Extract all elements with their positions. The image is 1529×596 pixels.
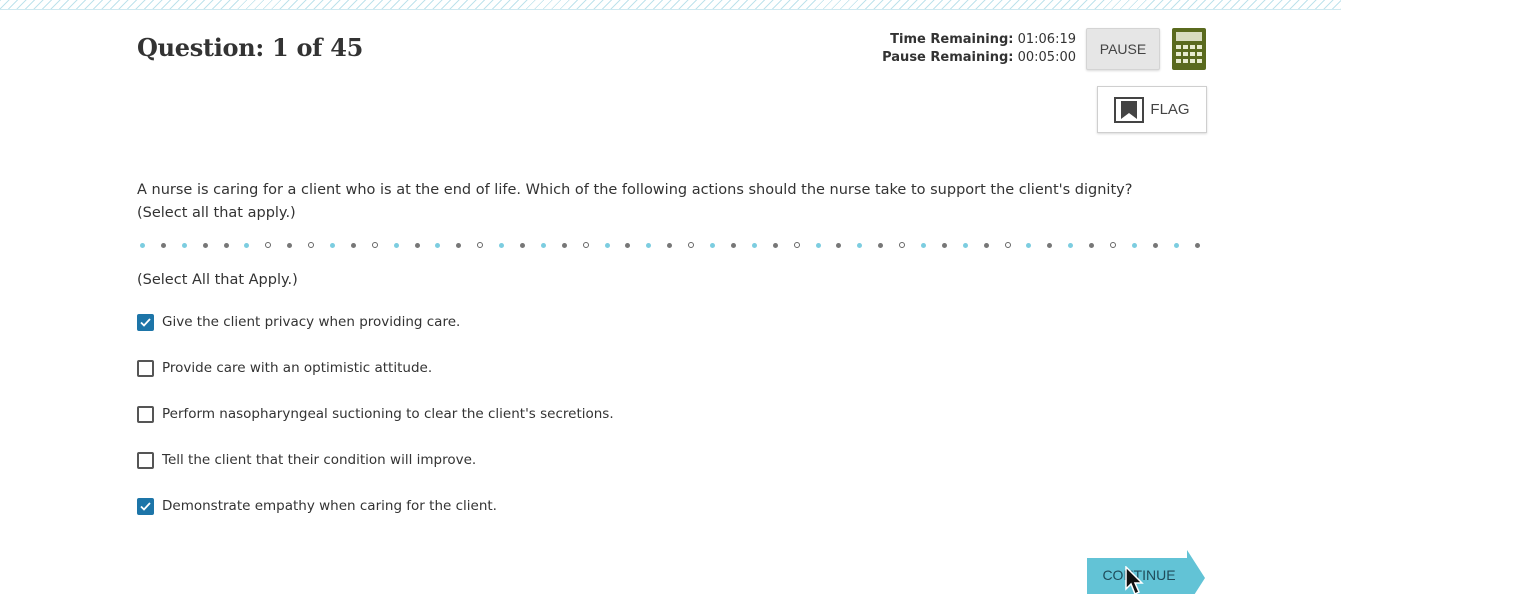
divider-dot [1026, 242, 1032, 248]
divider-dot [582, 242, 589, 248]
answer-option[interactable]: Tell the client that their condition wil… [137, 450, 476, 470]
divider-dot [393, 242, 399, 248]
flag-button[interactable]: FLAG [1097, 86, 1207, 133]
divider-dot [836, 242, 842, 248]
divider-dot [181, 242, 187, 248]
divider-dot [667, 242, 673, 248]
divider-dot [223, 242, 229, 248]
calculator-button[interactable] [1172, 28, 1206, 70]
divider-dot [1068, 242, 1074, 248]
divider-dot [561, 242, 567, 248]
option-checkbox[interactable] [137, 359, 154, 377]
divider-dot [646, 242, 652, 248]
question-counter: Question: 1 of 45 [137, 33, 364, 62]
divider-dot [625, 242, 631, 248]
divider-dot [751, 242, 757, 248]
option-label: Provide care with an optimistic attitude… [162, 360, 433, 376]
divider-dot [1131, 242, 1137, 248]
divider-dot [793, 242, 800, 248]
divider-dot [520, 242, 526, 248]
divider-dot [477, 242, 484, 248]
divider-dot [1194, 242, 1200, 248]
divider-dot [160, 242, 166, 248]
divider-dot [857, 242, 863, 248]
divider-dot [456, 242, 462, 248]
divider-dot [287, 242, 293, 248]
divider-dot [140, 242, 145, 248]
select-instruction: (Select All that Apply.) [137, 272, 298, 288]
answer-option[interactable]: Give the client privacy when providing c… [137, 312, 460, 332]
divider-dot [1152, 242, 1158, 248]
question-stem: A nurse is caring for a client who is at… [137, 182, 1133, 221]
time-remaining-label: Time Remaining: [890, 32, 1014, 47]
option-label: Perform nasopharyngeal suctioning to cle… [162, 406, 614, 422]
answer-option[interactable]: Demonstrate empathy when caring for the … [137, 496, 497, 516]
calculator-icon [1172, 28, 1206, 70]
divider-dot [350, 242, 356, 248]
divider-dot [308, 242, 315, 248]
divider-dot [710, 242, 716, 248]
divider-dot [244, 242, 250, 248]
option-label: Give the client privacy when providing c… [162, 314, 461, 330]
pause-remaining-value: 00:05:00 [1017, 50, 1076, 65]
divider-dot [962, 242, 968, 248]
continue-button[interactable]: CONTINUE [1087, 550, 1205, 594]
option-label: Tell the client that their condition wil… [162, 452, 477, 468]
pause-remaining-label: Pause Remaining: [882, 50, 1014, 65]
flag-label: FLAG [1150, 101, 1190, 118]
divider-dot [371, 242, 378, 248]
time-remaining: Time Remaining: 01:06:19 [882, 31, 1076, 49]
divider-dot [815, 242, 821, 248]
option-checkbox[interactable] [137, 497, 154, 515]
bookmark-flag-icon [1114, 96, 1145, 123]
option-checkbox[interactable] [137, 313, 154, 331]
divider-dot [878, 242, 884, 248]
pause-remaining: Pause Remaining: 00:05:00 [882, 49, 1076, 67]
option-checkbox[interactable] [137, 405, 154, 423]
divider-dot [772, 242, 778, 248]
divider-dot [920, 242, 926, 248]
divider-dot [1089, 242, 1095, 248]
pause-button[interactable]: PAUSE [1086, 28, 1160, 70]
divider-dot [1109, 242, 1116, 248]
divider-dot [540, 242, 546, 248]
divider-dot [899, 242, 906, 248]
divider-dot [730, 242, 736, 248]
dotted-divider [140, 240, 1200, 250]
divider-dot [202, 242, 208, 248]
divider-dot [265, 242, 272, 248]
header-stripe [0, 0, 1341, 10]
divider-dot [499, 242, 505, 248]
timers: Time Remaining: 01:06:19 Pause Remaining… [882, 31, 1076, 67]
divider-dot [604, 242, 610, 248]
divider-dot [414, 242, 420, 248]
divider-dot [1004, 242, 1011, 248]
divider-dot [941, 242, 947, 248]
option-label: Demonstrate empathy when caring for the … [162, 498, 497, 514]
divider-dot [330, 242, 336, 248]
answer-option[interactable]: Perform nasopharyngeal suctioning to cle… [137, 404, 614, 424]
time-remaining-value: 01:06:19 [1017, 32, 1076, 47]
divider-dot [435, 242, 441, 248]
mouse-cursor-icon [1125, 566, 1144, 596]
divider-dot [688, 242, 695, 248]
answer-option[interactable]: Provide care with an optimistic attitude… [137, 358, 432, 378]
option-checkbox[interactable] [137, 451, 154, 469]
divider-dot [983, 242, 989, 248]
divider-dot [1173, 242, 1179, 248]
divider-dot [1047, 242, 1053, 248]
